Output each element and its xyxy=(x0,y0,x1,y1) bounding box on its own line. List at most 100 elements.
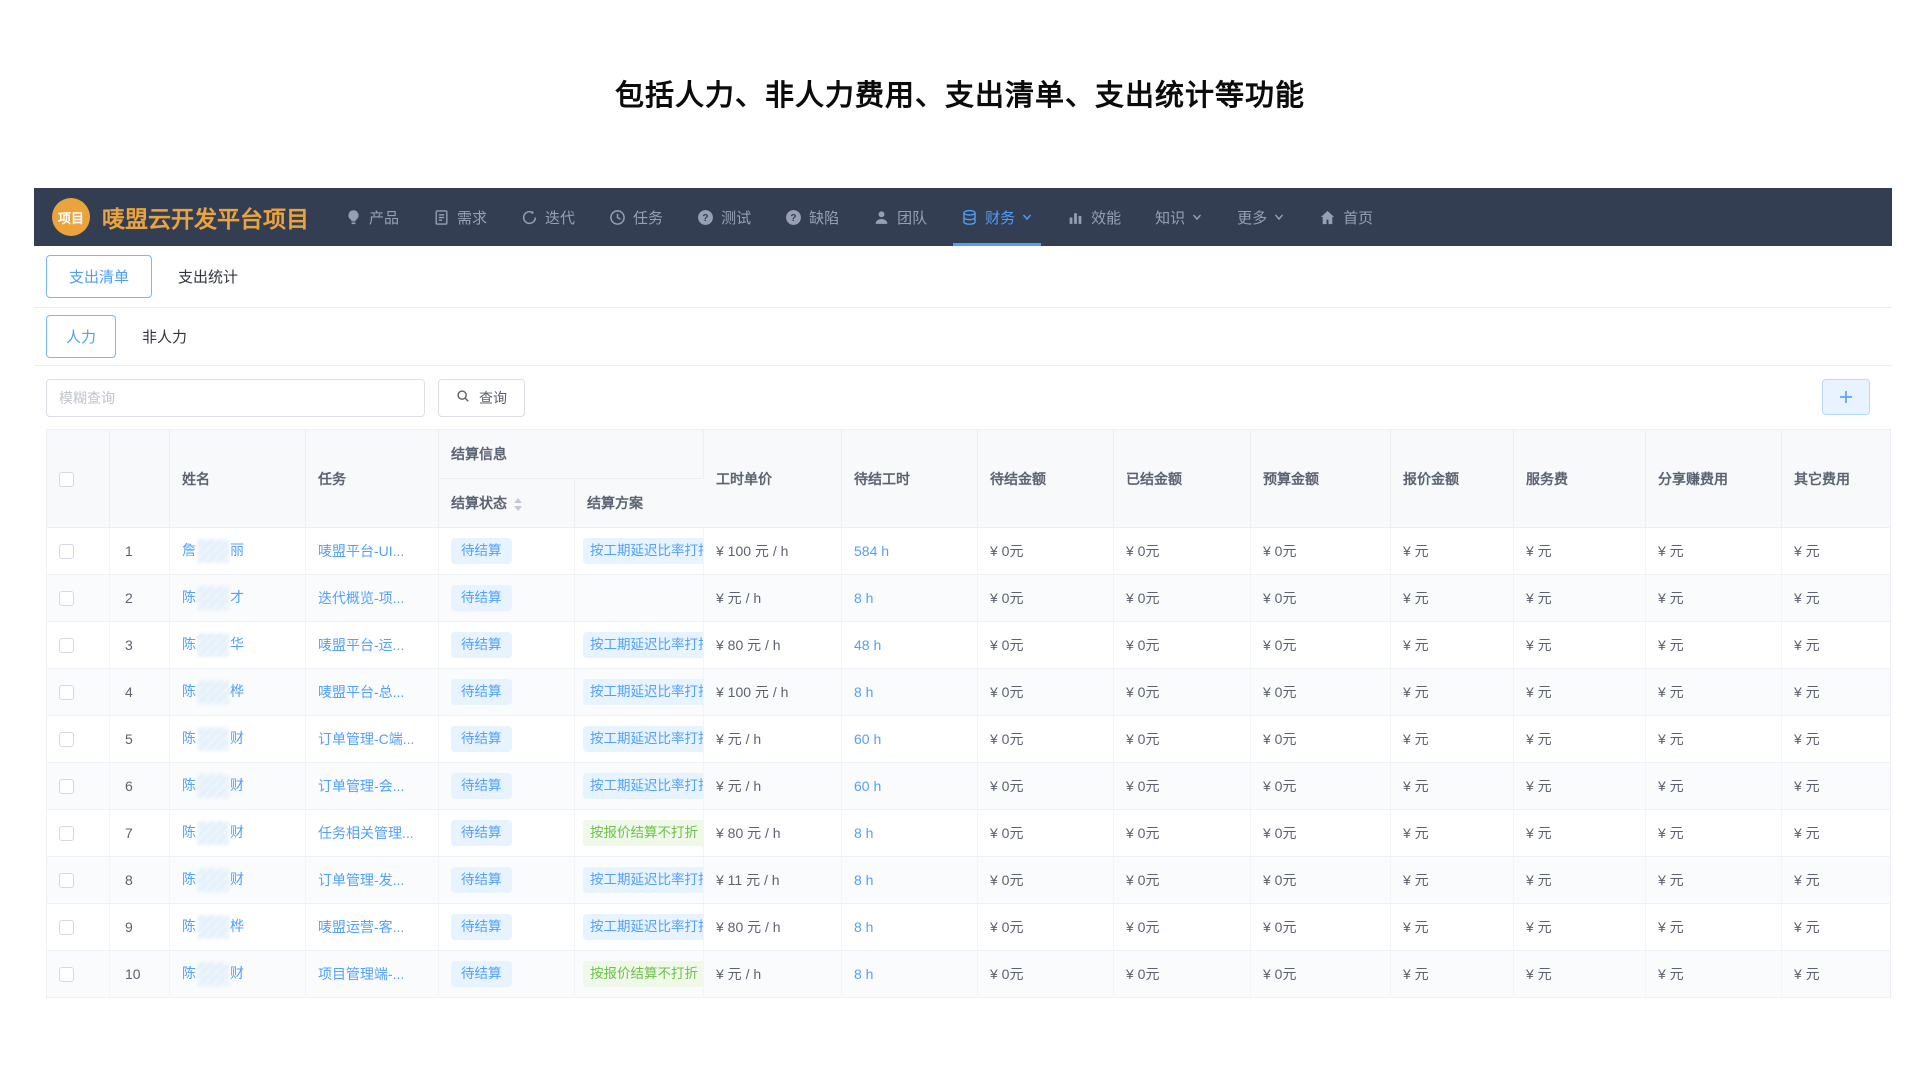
task-link[interactable]: 迭代概览-项... xyxy=(318,590,404,606)
nav-item-label: 测试 xyxy=(721,207,751,228)
service-fee-value: ¥ 元 xyxy=(1514,716,1646,763)
row-checkbox[interactable] xyxy=(59,779,74,794)
member-name-link[interactable]: 陈才 xyxy=(182,589,244,605)
column-header-name: 姓名 xyxy=(170,430,306,528)
settle-status-badge: 待结算 xyxy=(451,538,512,564)
nav-item-效能[interactable]: 效能 xyxy=(1067,188,1121,246)
settled-amount-value: ¥ 0元 xyxy=(1114,622,1251,669)
nav-item-测试[interactable]: ?测试 xyxy=(697,188,751,246)
task-link[interactable]: 唛盟平台-总... xyxy=(318,684,404,700)
redacted-name xyxy=(197,868,229,892)
row-index: 6 xyxy=(110,763,170,810)
task-link[interactable]: 项目管理端-... xyxy=(318,966,404,982)
clock-icon xyxy=(609,209,626,226)
search-button[interactable]: 查询 xyxy=(438,379,525,417)
member-name-link[interactable]: 陈财 xyxy=(182,965,244,981)
column-header-settle-status: 结算状态 xyxy=(439,479,575,528)
nav-item-知识[interactable]: 知识 xyxy=(1155,188,1203,246)
task-link[interactable]: 唛盟平台-UI... xyxy=(318,543,404,559)
pending-amount-value: ¥ 0元 xyxy=(978,857,1114,904)
labor-tabs-row: 人力 非人力 xyxy=(34,308,1892,366)
row-checkbox[interactable] xyxy=(59,685,74,700)
member-name-link[interactable]: 陈财 xyxy=(182,730,244,746)
other-fee-value: ¥ 元 xyxy=(1782,622,1891,669)
table-row: 8陈财订单管理-发...待结算按工期延迟比率打折¥ 11 元 / h8 h¥ 0… xyxy=(47,857,1891,904)
hour-rate-value: ¥ 元 / h xyxy=(704,716,842,763)
task-link[interactable]: 任务相关管理... xyxy=(318,825,414,841)
add-button[interactable] xyxy=(1822,379,1870,415)
share-fee-value: ¥ 元 xyxy=(1646,857,1782,904)
nav-item-缺陷[interactable]: ?缺陷 xyxy=(785,188,839,246)
search-input[interactable] xyxy=(46,379,425,417)
nav-item-任务[interactable]: 任务 xyxy=(609,188,663,246)
member-name-link[interactable]: 陈华 xyxy=(182,636,244,652)
nav-item-财务[interactable]: 财务 xyxy=(961,188,1033,246)
pending-hours-link[interactable]: 584 h xyxy=(854,543,889,559)
pending-hours-link[interactable]: 48 h xyxy=(854,637,881,653)
share-fee-value: ¥ 元 xyxy=(1646,951,1782,998)
other-fee-value: ¥ 元 xyxy=(1782,669,1891,716)
member-name-link[interactable]: 陈桦 xyxy=(182,918,244,934)
task-link[interactable]: 订单管理-C端... xyxy=(318,731,414,747)
row-checkbox[interactable] xyxy=(59,967,74,982)
row-checkbox[interactable] xyxy=(59,732,74,747)
tab-labor[interactable]: 人力 xyxy=(46,315,116,358)
row-index: 1 xyxy=(110,528,170,575)
member-name-link[interactable]: 詹丽 xyxy=(182,542,244,558)
select-all-checkbox[interactable] xyxy=(59,472,74,487)
nav-item-首页[interactable]: 首页 xyxy=(1319,188,1373,246)
settle-plan-badge: 按工期延迟比率打折 xyxy=(583,632,704,658)
row-checkbox[interactable] xyxy=(59,591,74,606)
member-name-link[interactable]: 陈桦 xyxy=(182,683,244,699)
member-name-link[interactable]: 陈财 xyxy=(182,871,244,887)
tab-expense-stats[interactable]: 支出统计 xyxy=(178,266,238,287)
column-header-other-fee: 其它费用 xyxy=(1782,430,1891,528)
member-name-link[interactable]: 陈财 xyxy=(182,777,244,793)
task-link[interactable]: 唛盟平台-运... xyxy=(318,637,404,653)
pending-hours-link[interactable]: 8 h xyxy=(854,872,873,888)
settle-plan-badge: 按报价结算不打折 xyxy=(583,820,704,846)
question-circle-icon: ? xyxy=(785,209,802,226)
nav-item-label: 财务 xyxy=(985,207,1015,228)
row-checkbox[interactable] xyxy=(59,638,74,653)
settled-amount-value: ¥ 0元 xyxy=(1114,528,1251,575)
pending-amount-value: ¥ 0元 xyxy=(978,622,1114,669)
pending-hours-link[interactable]: 60 h xyxy=(854,731,881,747)
pending-hours-link[interactable]: 8 h xyxy=(854,590,873,606)
pending-hours-link[interactable]: 8 h xyxy=(854,966,873,982)
table-row: 1詹丽唛盟平台-UI...待结算按工期延迟比率打折¥ 100 元 / h584 … xyxy=(47,528,1891,575)
redacted-name xyxy=(197,821,229,845)
row-checkbox[interactable] xyxy=(59,544,74,559)
task-link[interactable]: 订单管理-会... xyxy=(318,778,404,794)
other-fee-value: ¥ 元 xyxy=(1782,810,1891,857)
budget-amount-value: ¥ 0元 xyxy=(1251,763,1391,810)
nav-item-更多[interactable]: 更多 xyxy=(1237,188,1285,246)
column-header-budget-amount: 预算金额 xyxy=(1251,430,1391,528)
pending-hours-link[interactable]: 8 h xyxy=(854,919,873,935)
member-name-link[interactable]: 陈财 xyxy=(182,824,244,840)
nav-item-团队[interactable]: 团队 xyxy=(873,188,927,246)
row-index: 4 xyxy=(110,669,170,716)
column-header-pending-amount: 待结金额 xyxy=(978,430,1114,528)
row-checkbox[interactable] xyxy=(59,826,74,841)
tab-non-labor[interactable]: 非人力 xyxy=(142,326,187,347)
other-fee-value: ¥ 元 xyxy=(1782,857,1891,904)
nav-menu: 产品需求迭代任务?测试?缺陷团队财务效能知识更多首页 xyxy=(345,188,1373,246)
settled-amount-value: ¥ 0元 xyxy=(1114,669,1251,716)
pending-hours-link[interactable]: 60 h xyxy=(854,778,881,794)
pending-hours-link[interactable]: 8 h xyxy=(854,684,873,700)
settle-plan-badge: 按工期延迟比率打折 xyxy=(583,538,704,564)
sort-icon[interactable] xyxy=(514,498,522,511)
nav-item-产品[interactable]: 产品 xyxy=(345,188,399,246)
tab-expense-list[interactable]: 支出清单 xyxy=(46,255,152,298)
task-link[interactable]: 唛盟运营-客... xyxy=(318,919,404,935)
pending-hours-link[interactable]: 8 h xyxy=(854,825,873,841)
row-checkbox[interactable] xyxy=(59,873,74,888)
table-row: 6陈财订单管理-会...待结算按工期延迟比率打折¥ 元 / h60 h¥ 0元¥… xyxy=(47,763,1891,810)
task-link[interactable]: 订单管理-发... xyxy=(318,872,404,888)
row-checkbox[interactable] xyxy=(59,920,74,935)
nav-item-迭代[interactable]: 迭代 xyxy=(521,188,575,246)
budget-amount-value: ¥ 0元 xyxy=(1251,622,1391,669)
nav-item-需求[interactable]: 需求 xyxy=(433,188,487,246)
redacted-name xyxy=(197,962,229,986)
